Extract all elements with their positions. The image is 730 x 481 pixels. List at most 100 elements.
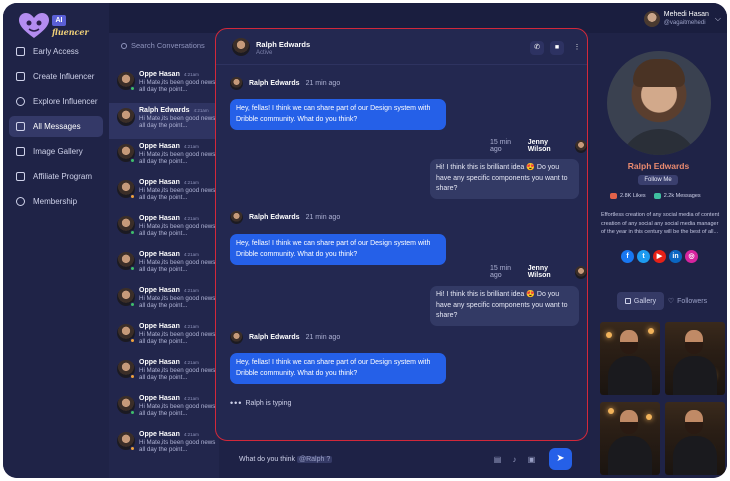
message-bubble-incoming: Hey, fellas! I think we can share part o… — [230, 99, 446, 130]
image-icon[interactable]: ▣ — [527, 455, 536, 465]
message-time: 21 min ago — [305, 334, 341, 341]
search-placeholder: Search Conversations — [131, 41, 205, 50]
list-item[interactable]: Oppe Hasan 4:21am Hi Mate,its been good ne… — [109, 211, 219, 247]
message-meta: Ralph Edwards 21 min ago — [230, 211, 346, 224]
user-name: Mehedi Hasan — [663, 11, 709, 18]
sidebar-item-label: All Messages — [33, 122, 81, 131]
sidebar-item-label: Early Access — [33, 47, 79, 56]
heart-logo-icon — [19, 13, 49, 38]
badge-icon — [16, 197, 25, 206]
sidebar-nav: Early Access Create Influencer Explore I… — [9, 41, 103, 216]
status-dot — [130, 266, 135, 271]
list-item[interactable]: Oppe Hasan 4:21am Hi Mate,its been good ne… — [109, 67, 219, 103]
conversation-name: Oppe Hasan 4:21am — [139, 431, 219, 438]
typing-text: Ralph is typing — [245, 399, 292, 407]
typing-dots-icon: ••• — [230, 398, 243, 408]
chat-contact-name: Ralph Edwards — [256, 40, 311, 49]
conversation-preview: Hi Mate,its been good news all day the p… — [139, 115, 216, 129]
conversation-name: Oppe Hasan 4:21am — [139, 143, 219, 150]
list-item[interactable]: Ralph Edwards 4:21am Hi Mate,its been good… — [109, 103, 219, 139]
gallery-image[interactable] — [600, 402, 660, 475]
conversation-name: Oppe Hasan 4:21am — [139, 323, 219, 330]
conversation-name-text: Oppe Hasan — [139, 251, 180, 258]
sidebar-item-affiliate-program[interactable]: Affiliate Program — [9, 166, 103, 187]
message-sender: Ralph Edwards — [249, 214, 300, 221]
heart-icon: ♡ — [667, 298, 675, 305]
list-item[interactable]: Oppe Hasan 4:21am Hi Mate,its been good ne… — [109, 391, 219, 427]
social-links: f t ▶ in ◎ — [621, 250, 701, 263]
conversation-time: 4:21am — [183, 252, 199, 257]
avatar — [230, 77, 243, 90]
list-item[interactable]: Oppe Hasan 4:21am Hi Mate,its been good ne… — [109, 319, 219, 355]
user-info: Mehedi Hasan @vagaitmehedi — [664, 10, 709, 28]
linkedin-icon[interactable]: in — [669, 250, 682, 263]
send-button[interactable]: ➤ — [549, 448, 572, 470]
logo[interactable]: AI fluencer — [19, 11, 89, 41]
message-time: 15 min ago — [490, 139, 512, 153]
sidebar-item-label: Create Influencer — [33, 72, 95, 81]
list-item[interactable]: Oppe Hasan 4:21am Hi Mate,its been good ne… — [109, 175, 219, 211]
sidebar-item-create-influencer[interactable]: Create Influencer — [9, 66, 103, 87]
user-menu[interactable]: Mehedi Hasan @vagaitmehedi ⌵ — [643, 8, 721, 30]
message-bubble-outgoing: Hi! I think this is brilliant idea 😍 Do … — [430, 286, 579, 326]
sidebar-item-image-gallery[interactable]: Image Gallery — [9, 141, 103, 162]
tab-gallery[interactable]: Gallery — [617, 292, 664, 310]
conversation-time: 4:21am — [183, 72, 199, 77]
list-item[interactable]: Oppe Hasan 4:21am Hi Mate,its been good ne… — [109, 427, 219, 463]
chevron-down-icon[interactable]: ⌵ — [715, 14, 721, 24]
attach-file-icon[interactable]: ▤ — [493, 455, 502, 465]
follow-button[interactable]: Follow Me — [638, 175, 678, 185]
scan-icon — [16, 97, 25, 106]
youtube-icon[interactable]: ▶ — [653, 250, 666, 263]
conversation-preview: Hi Mate,its been good news all day the p… — [139, 259, 216, 273]
conversation-name: Oppe Hasan 4:21am — [139, 395, 219, 402]
sidebar-item-all-messages[interactable]: All Messages — [9, 116, 103, 137]
video-icon[interactable]: ■ — [550, 41, 564, 55]
facebook-icon[interactable]: f — [621, 250, 634, 263]
sidebar-item-early-access[interactable]: Early Access — [9, 41, 103, 62]
sidebar-item-label: Affiliate Program — [33, 172, 92, 181]
phone-icon[interactable]: ✆ — [530, 41, 544, 55]
mention-tag: @Ralph ? — [296, 456, 333, 463]
avatar — [575, 139, 587, 153]
profile-shirt — [619, 129, 699, 155]
list-item[interactable]: Oppe Hasan 4:21am Hi Mate,its been good ne… — [109, 247, 219, 283]
gallery-image[interactable] — [665, 402, 725, 475]
conversation-name-text: Ralph Edwards — [139, 107, 190, 114]
avatar — [117, 108, 135, 126]
search-input[interactable]: Search Conversations — [121, 41, 205, 50]
profile-photo — [607, 51, 711, 155]
sidebar-item-explore-influencer[interactable]: Explore Influencer — [9, 91, 103, 112]
profile-stats: 2.8K Likes 2.2k Messages — [610, 193, 701, 199]
message-time: 21 min ago — [305, 214, 341, 221]
sidebar-item-membership[interactable]: Membership — [9, 191, 103, 212]
message-input-text: What do you think — [239, 456, 297, 463]
microphone-icon[interactable]: ♪ — [510, 455, 519, 465]
profile-hair — [633, 59, 685, 87]
tab-followers[interactable]: ♡ Followers — [664, 292, 711, 310]
twitter-icon[interactable]: t — [637, 250, 650, 263]
conversation-time: 4:21am — [193, 108, 209, 113]
home-icon — [16, 47, 25, 56]
more-icon[interactable]: ⋮ — [570, 41, 584, 55]
message-sender: Jenny Wilson — [527, 265, 551, 279]
list-item[interactable]: Oppe Hasan 4:21am Hi Mate,its been good ne… — [109, 139, 219, 175]
instagram-icon[interactable]: ◎ — [685, 250, 698, 263]
likes-count: 2.8K Likes — [620, 193, 646, 199]
gallery-image[interactable] — [600, 322, 660, 395]
gallery-image[interactable] — [665, 322, 725, 395]
message-sender: Jenny Wilson — [527, 139, 551, 153]
conversation-name: Oppe Hasan 4:21am — [139, 215, 219, 222]
conversation-name-text: Oppe Hasan — [139, 287, 180, 294]
user-plus-icon — [16, 72, 25, 81]
message-composer[interactable]: What do you think @Ralph ? ▤ ♪ ▣ ➤ — [227, 448, 587, 471]
message-bubble-incoming: Hey, fellas! I think we can share part o… — [230, 234, 446, 265]
message-input[interactable]: What do you think @Ralph ? — [239, 456, 333, 463]
status-dot — [130, 410, 135, 415]
list-item[interactable]: Oppe Hasan 4:21am Hi Mate,its been good ne… — [109, 283, 219, 319]
conversation-preview: Hi Mate,its been good news all day the p… — [139, 403, 216, 417]
status-dot — [130, 446, 135, 451]
chat-header: Ralph Edwards Active ✆ ■ ⋮ — [216, 29, 587, 65]
lamp-light — [606, 332, 612, 338]
list-item[interactable]: Oppe Hasan 4:21am Hi Mate,its been good ne… — [109, 355, 219, 391]
